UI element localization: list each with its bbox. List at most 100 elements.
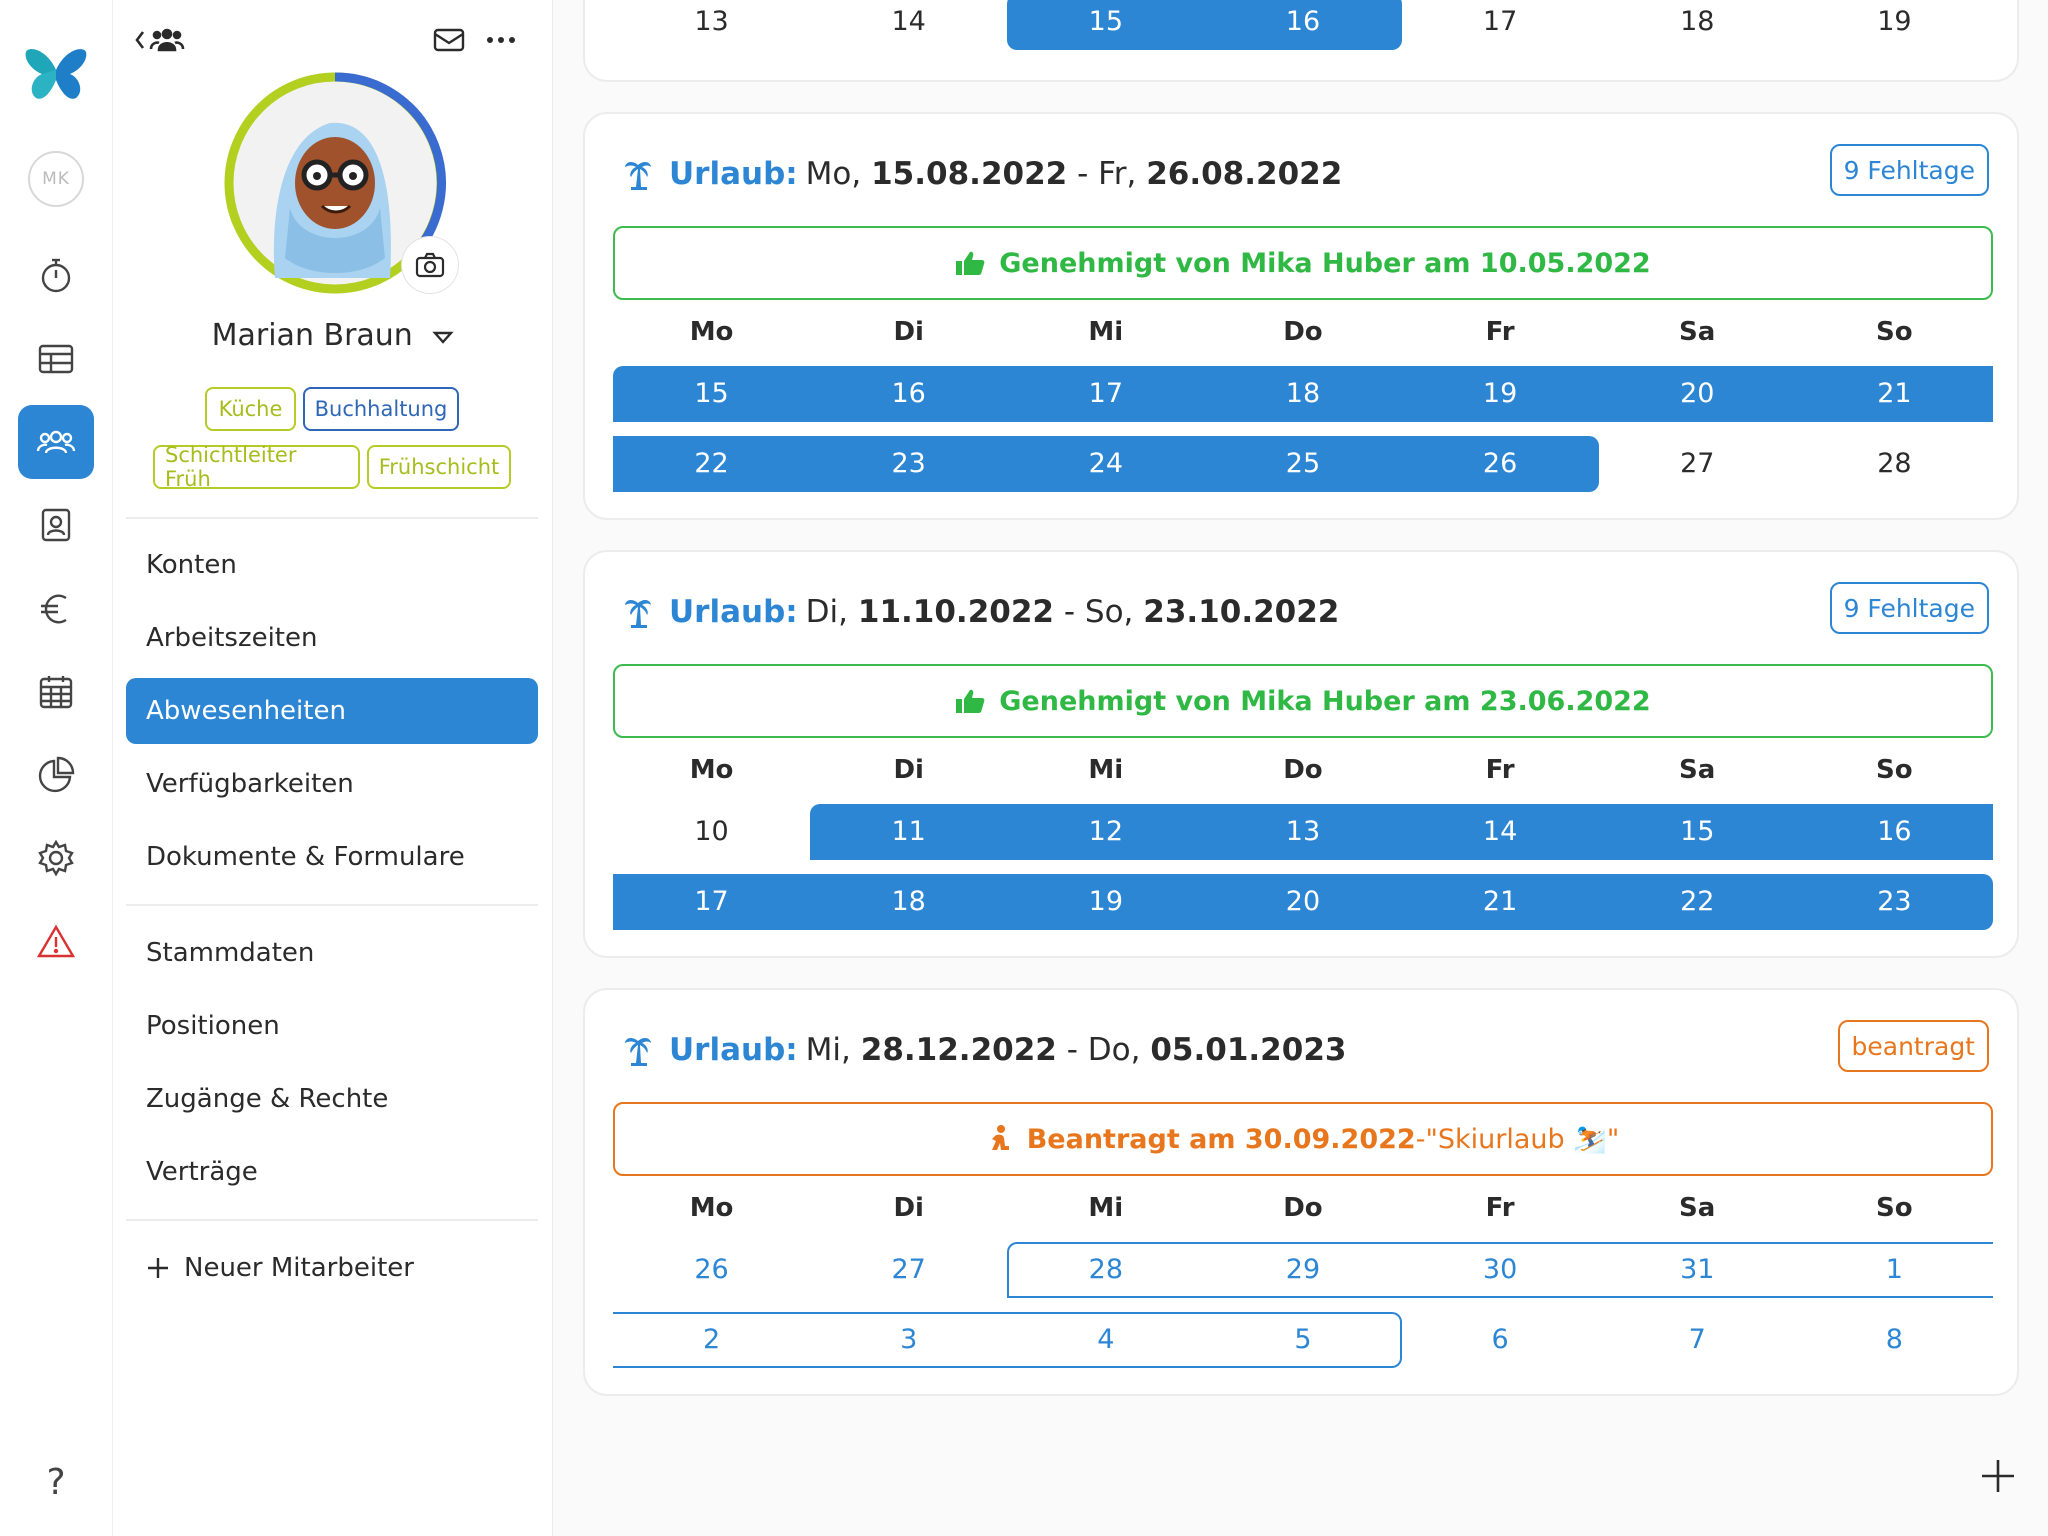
calendar-week: 26 27 28 29 30 31 1	[613, 1242, 1993, 1298]
menu-item-positionen[interactable]: Positionen	[126, 993, 538, 1059]
weekday-label: Mo	[689, 317, 734, 347]
people-icon[interactable]	[18, 405, 94, 479]
new-employee-label: Neuer Mitarbeiter	[184, 1253, 414, 1283]
calendar-day: 28	[1877, 448, 1912, 479]
calendar-day: 19	[1482, 378, 1518, 409]
absence-type: Urlaub:	[669, 1032, 798, 1068]
more-options-icon[interactable]	[481, 20, 521, 60]
calendar-week: 15 16 17 18 19 20 21	[613, 366, 1993, 422]
calendar-day: 31	[1680, 1254, 1715, 1285]
menu-item-vertraege[interactable]: Verträge	[126, 1139, 538, 1205]
menu-item-abwesenheiten[interactable]: Abwesenheiten	[126, 678, 538, 744]
divider	[126, 904, 538, 906]
calendar-day: 20	[1680, 378, 1715, 409]
euro-icon[interactable]	[18, 572, 94, 646]
settings-gear-icon[interactable]	[18, 821, 94, 895]
help-icon[interactable]: ?	[18, 1445, 94, 1519]
divider	[126, 1219, 538, 1221]
absence-card[interactable]: Urlaub: Mi, 28.12.2022 - Do, 05.01.2023 …	[583, 988, 2019, 1396]
calendar-day: 13	[1285, 816, 1321, 847]
calendar-day: 2	[702, 1324, 721, 1355]
pie-chart-icon[interactable]	[18, 738, 94, 812]
weekday-label: Di	[893, 1193, 924, 1223]
calendar-day: 26	[1482, 448, 1518, 479]
date-separator: -	[1063, 594, 1076, 630]
end-date: 05.01.2023	[1150, 1032, 1347, 1068]
calendar-day: 26	[694, 1254, 729, 1285]
menu-item-verfuegbarkeiten[interactable]: Verfügbarkeiten	[126, 751, 538, 817]
calendar-day: 13	[694, 6, 729, 37]
absence-card[interactable]: Urlaub: Di, 11.10.2022 - So, 23.10.2022 …	[583, 550, 2019, 958]
date-separator: -	[1066, 1032, 1078, 1068]
calendar-day: 17	[1088, 378, 1123, 409]
thumbs-up-icon	[956, 251, 985, 275]
absence-type: Urlaub:	[669, 156, 798, 192]
employee-name-dropdown[interactable]: Marian Braun	[113, 318, 553, 353]
person-requesting-icon	[991, 1125, 1009, 1150]
absences-content: 13 14 15 16 17 18 19 Urlaub: Mo, 15.08.2…	[553, 0, 2048, 1536]
table-icon[interactable]	[18, 322, 94, 396]
menu-item-dokumente-formulare[interactable]: Dokumente & Formulare	[126, 824, 538, 890]
warning-icon[interactable]	[18, 905, 94, 979]
calendar-day: 10	[694, 816, 729, 847]
plus-icon	[148, 1258, 168, 1278]
missing-days-badge: 9 Fehltage	[1829, 144, 1989, 196]
calendar-day: 17	[1482, 6, 1518, 37]
back-to-team-button[interactable]	[133, 20, 193, 60]
divider	[126, 517, 538, 519]
absence-card[interactable]: Urlaub: Mo, 15.08.2022 - Fr, 26.08.2022 …	[583, 112, 2019, 520]
absence-title: Urlaub: Di, 11.10.2022 - So, 23.10.2022	[623, 588, 1339, 636]
weekday-label: Di	[893, 755, 924, 785]
menu-item-stammdaten[interactable]: Stammdaten	[126, 920, 538, 986]
menu-item-konten[interactable]: Konten	[126, 532, 538, 598]
menu-item-arbeitszeiten[interactable]: Arbeitszeiten	[126, 605, 538, 671]
calendar-week: 13 14 15 16 17 18 19	[613, 0, 1993, 50]
calendar-day: 5	[1294, 1324, 1312, 1355]
stopwatch-icon[interactable]	[18, 238, 94, 312]
vacation-palm-icon	[625, 161, 651, 190]
tag-schichtleiter-frueh[interactable]: Schichtleiter Früh	[153, 443, 360, 491]
new-employee-button[interactable]: Neuer Mitarbeiter	[126, 1235, 538, 1301]
calendar-day: 19	[1877, 6, 1912, 37]
calendar-day: 14	[1482, 816, 1518, 847]
requested-status-badge: beantragt	[1837, 1020, 1989, 1072]
butterfly-logo-icon[interactable]	[22, 40, 90, 108]
calendar-day: 28	[1088, 1254, 1123, 1285]
end-weekday: Fr,	[1098, 156, 1137, 192]
app-rail: MK ?	[0, 0, 113, 1536]
tag-kueche[interactable]: Küche	[205, 387, 296, 431]
camera-icon[interactable]	[402, 237, 458, 293]
end-weekday: So,	[1084, 594, 1134, 630]
weekday-label: Fr	[1485, 755, 1515, 785]
calendar-day: 3	[900, 1324, 918, 1355]
approval-status-banner: Genehmigt von Mika Huber am 23.06.2022	[613, 664, 1993, 738]
calendar-day: 14	[891, 6, 926, 37]
calendar-icon[interactable]	[18, 655, 94, 729]
weekday-label: Fr	[1485, 317, 1515, 347]
weekday-label: Do	[1283, 1193, 1323, 1223]
tag-buchhaltung[interactable]: Buchhaltung	[303, 387, 459, 431]
tag-fruehschicht[interactable]: Frühschicht	[367, 445, 511, 489]
user-avatar-initials[interactable]: MK	[28, 151, 84, 207]
thumbs-up-icon	[956, 689, 985, 713]
weekday-label: Sa	[1679, 317, 1716, 347]
add-absence-button[interactable]	[1978, 1456, 2018, 1496]
calendar-day: 8	[1885, 1324, 1903, 1355]
start-date: 11.10.2022	[857, 594, 1054, 630]
contact-card-icon[interactable]	[18, 488, 94, 562]
start-date: 15.08.2022	[871, 156, 1068, 192]
calendar-day: 18	[1680, 6, 1715, 37]
calendar-day: 25	[1285, 448, 1321, 479]
calendar-day: 15	[1680, 816, 1715, 847]
calendar-day: 30	[1482, 1254, 1518, 1285]
weekday-label: Mi	[1088, 317, 1124, 347]
calendar-day: 23	[1877, 886, 1912, 917]
calendar-day: 20	[1285, 886, 1321, 917]
calendar-day: 16	[1877, 816, 1912, 847]
calendar-day: 7	[1688, 1324, 1706, 1355]
menu-item-zugaenge-rechte[interactable]: Zugänge & Rechte	[126, 1066, 538, 1132]
weekday-label: Sa	[1679, 755, 1716, 785]
mail-icon[interactable]	[429, 20, 469, 60]
employee-name: Marian Braun	[211, 318, 413, 353]
calendar-day: 22	[694, 448, 729, 479]
